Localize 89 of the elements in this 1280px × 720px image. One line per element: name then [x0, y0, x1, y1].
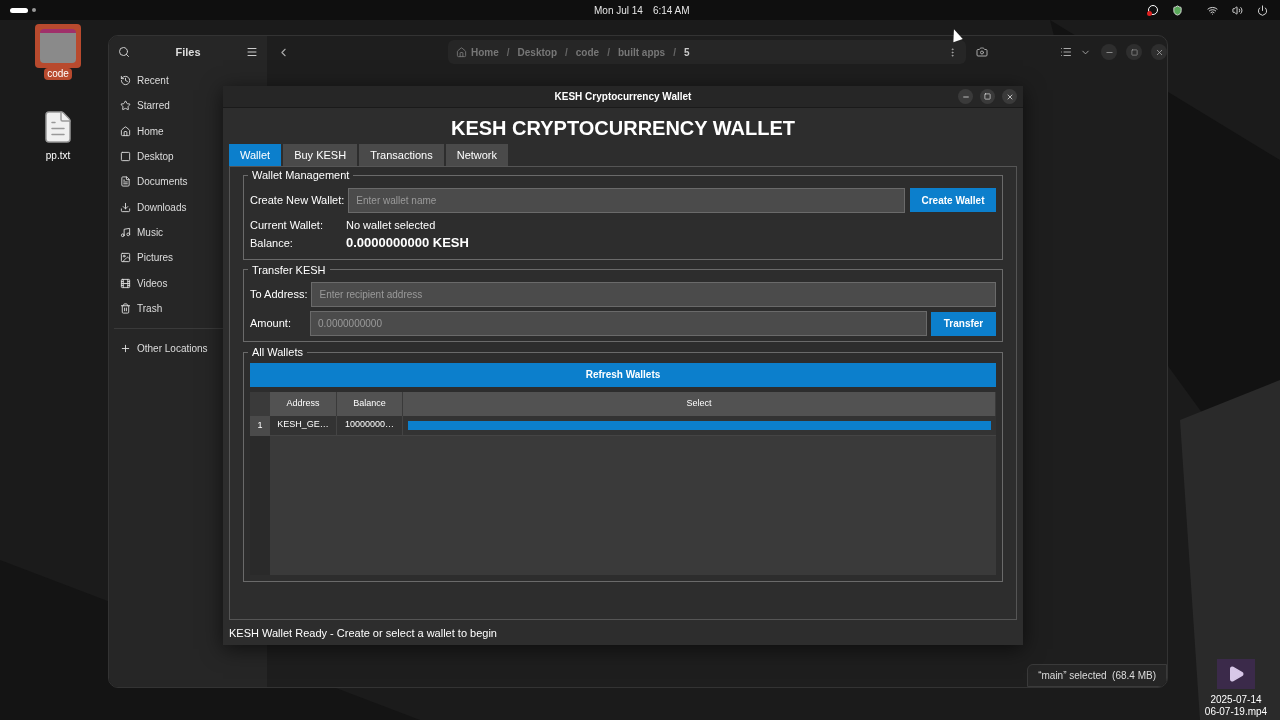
file-name: code [44, 68, 72, 80]
group-title: All Wallets [251, 345, 304, 360]
table-cell: 10000000… [337, 415, 403, 435]
recipient-address-field[interactable]: Enter recipient address [311, 282, 996, 307]
desktop-file[interactable]: 2025-07-14 06-07-19.mp4 [1192, 654, 1280, 718]
file-name: 2025-07-14 06-07-19.mp4 [1203, 694, 1269, 718]
app-heading: KESH CRYPTOCURRENCY WALLET [449, 116, 797, 140]
transfer-button[interactable]: Transfer [931, 311, 996, 336]
selection-status: “main” selected (68.4 MB) [1027, 664, 1167, 687]
maximize-button[interactable] [980, 89, 995, 104]
image-icon [120, 252, 131, 264]
tab[interactable]: Network [445, 144, 509, 166]
minimize-button[interactable] [958, 89, 973, 104]
minimize-button[interactable] [1101, 44, 1117, 60]
path-segment[interactable]: 5 [683, 44, 690, 60]
list-view-icon[interactable] [1060, 46, 1072, 58]
sidebar-item[interactable]: Music [114, 219, 170, 246]
column-header[interactable]: Balance [337, 391, 403, 416]
tab[interactable]: Buy KESH [283, 144, 358, 166]
field-label: Current Wallet: [250, 217, 324, 233]
table-corner [250, 391, 270, 416]
plus-icon [120, 343, 131, 355]
sidebar-item[interactable]: Other Locations [114, 335, 214, 362]
tab[interactable]: Transactions [359, 144, 444, 166]
column-header[interactable]: Address [270, 391, 337, 416]
group-title: Transfer KESH [251, 262, 327, 278]
column-header[interactable]: Select [403, 391, 996, 416]
group-title: Wallet Management [251, 168, 351, 183]
sidebar-item[interactable]: Videos [114, 270, 174, 296]
sidebar-item[interactable]: Pictures [114, 245, 180, 271]
sidebar-item[interactable]: Starred [114, 93, 176, 119]
maximize-icon [1130, 48, 1138, 56]
camera-icon[interactable] [976, 46, 988, 58]
desktop-icon [120, 151, 131, 163]
field-label: To Address: [250, 287, 308, 303]
sidebar-item[interactable]: Home [114, 118, 170, 144]
sidebar-item[interactable]: Trash [114, 295, 169, 321]
volume-icon[interactable] [1232, 4, 1243, 16]
path-separator: / [565, 45, 568, 60]
music-icon [120, 226, 131, 238]
video-file-icon [1217, 659, 1255, 689]
sidebar-item[interactable]: Downloads [114, 194, 193, 220]
sidebar-item[interactable]: Desktop [114, 143, 180, 170]
field-label: Amount: [250, 316, 292, 332]
trash-icon [120, 302, 131, 314]
sidebar-item[interactable]: Documents [114, 169, 194, 195]
power-icon[interactable] [1257, 4, 1268, 16]
close-icon [1005, 92, 1014, 101]
home-icon [456, 46, 467, 58]
window-title: Files [175, 44, 201, 60]
close-button[interactable] [1002, 89, 1017, 104]
file-name: pp.txt [44, 150, 72, 162]
menu-icon[interactable] [246, 46, 258, 58]
workspace-indicator[interactable] [10, 7, 36, 13]
folder-icon [40, 29, 76, 63]
star-icon [120, 100, 131, 112]
path-separator: / [673, 45, 676, 60]
shield-icon[interactable] [1172, 4, 1183, 16]
balance-value: 0.0000000000 KESH [346, 234, 469, 252]
maximize-button[interactable] [1126, 44, 1142, 60]
maximize-icon [984, 93, 991, 100]
current-wallet-value: No wallet selected [346, 217, 436, 233]
clock-icon [120, 75, 131, 87]
tab[interactable]: Wallet [229, 144, 282, 166]
home-icon [120, 125, 131, 137]
refresh-wallets-button[interactable]: Refresh Wallets [250, 362, 996, 387]
path-separator: / [607, 45, 610, 60]
document-icon [120, 176, 131, 188]
clock[interactable]: Mon Jul 14 6:14 AM [594, 2, 690, 18]
desktop-file[interactable]: code [14, 24, 102, 80]
search-icon[interactable] [118, 46, 130, 58]
row-number: 1 [250, 415, 270, 436]
field-label: Balance: [250, 235, 294, 251]
table-cell: KESH_GE… [270, 415, 337, 435]
select-button[interactable] [408, 420, 991, 430]
film-icon [120, 277, 131, 289]
download-icon [120, 201, 131, 213]
wifi-icon[interactable] [1207, 4, 1218, 16]
field-label: Create New Wallet: [250, 192, 345, 208]
path-separator: / [506, 45, 510, 60]
wallet-name-field[interactable]: Enter wallet name [348, 187, 905, 213]
window-title: KESH Cryptocurrency Wallet [554, 90, 692, 104]
close-icon [1154, 47, 1164, 57]
create-wallet-button[interactable]: Create Wallet [910, 188, 996, 212]
close-button[interactable] [1151, 44, 1167, 60]
amount-field[interactable]: 0.0000000000 [310, 311, 927, 336]
desktop-file[interactable]: pp.txt [14, 104, 102, 162]
sidebar-item[interactable]: Recent [114, 68, 175, 94]
status-message: KESH Wallet Ready - Create or select a wallet to begin [229, 626, 498, 641]
